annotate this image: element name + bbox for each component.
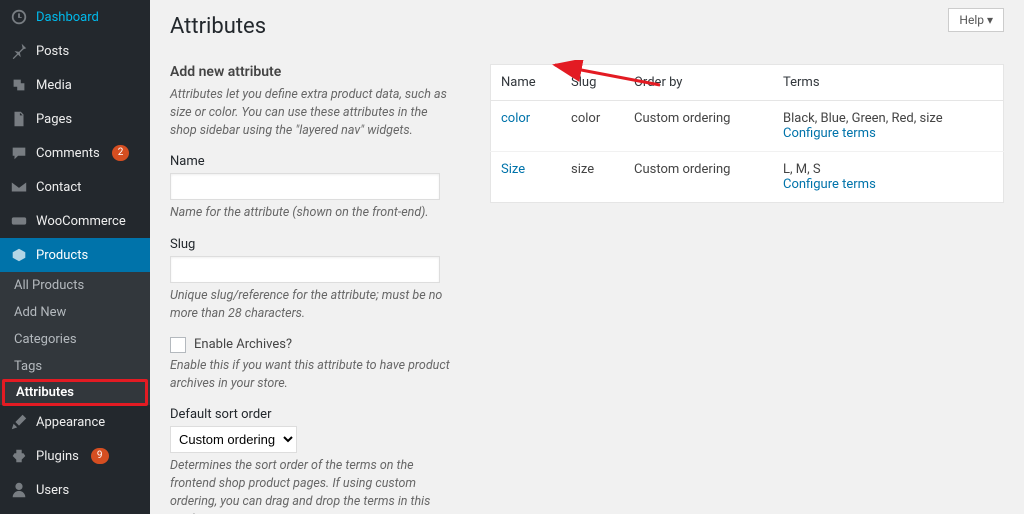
sidebar-label: Appearance bbox=[36, 415, 105, 430]
page-icon bbox=[10, 110, 28, 128]
sidebar-item-pages[interactable]: Pages bbox=[0, 102, 150, 136]
comment-icon bbox=[10, 144, 28, 162]
attr-order: Custom ordering bbox=[624, 152, 773, 203]
attr-slug: size bbox=[561, 152, 624, 203]
attributes-table: Name Slug Order by Terms color color Cus… bbox=[490, 64, 1004, 203]
name-input[interactable] bbox=[170, 173, 440, 200]
sub-item-add-new[interactable]: Add New bbox=[0, 299, 150, 326]
page-title: Attributes bbox=[170, 14, 1004, 39]
sort-hint: Determines the sort order of the terms o… bbox=[170, 457, 450, 514]
archives-checkbox[interactable] bbox=[170, 337, 186, 353]
sidebar-label: Comments bbox=[36, 146, 100, 161]
attr-slug: color bbox=[561, 101, 624, 152]
sidebar-label: WooCommerce bbox=[36, 214, 126, 229]
attr-name-link[interactable]: Size bbox=[501, 162, 525, 177]
media-icon bbox=[10, 76, 28, 94]
sidebar-item-comments[interactable]: Comments 2 bbox=[0, 136, 150, 170]
slug-label: Slug bbox=[170, 237, 450, 252]
sort-select[interactable]: Custom ordering bbox=[170, 426, 297, 453]
count-badge: 9 bbox=[91, 448, 109, 464]
slug-input[interactable] bbox=[170, 256, 440, 283]
col-order: Order by bbox=[624, 65, 773, 101]
configure-terms-link[interactable]: Configure terms bbox=[783, 126, 876, 141]
count-badge: 2 bbox=[112, 145, 130, 161]
sidebar-label: Posts bbox=[36, 44, 69, 59]
name-hint: Name for the attribute (shown on the fro… bbox=[170, 204, 450, 222]
attr-name-link[interactable]: color bbox=[501, 111, 530, 126]
sub-item-categories[interactable]: Categories bbox=[0, 326, 150, 353]
user-icon bbox=[10, 481, 28, 499]
col-terms: Terms bbox=[773, 65, 1004, 101]
help-tab[interactable]: Help ▾ bbox=[948, 8, 1004, 32]
col-slug: Slug bbox=[561, 65, 624, 101]
name-label: Name bbox=[170, 154, 450, 169]
mail-icon bbox=[10, 178, 28, 196]
woocommerce-icon bbox=[10, 212, 28, 230]
table-row: Size size Custom ordering L, M, SConfigu… bbox=[491, 152, 1004, 203]
brush-icon bbox=[10, 413, 28, 431]
sidebar-item-woocommerce[interactable]: WooCommerce bbox=[0, 204, 150, 238]
archives-hint: Enable this if you want this attribute t… bbox=[170, 357, 450, 393]
sidebar-item-contact[interactable]: Contact bbox=[0, 170, 150, 204]
col-name: Name bbox=[491, 65, 562, 101]
sub-item-attributes[interactable]: Attributes bbox=[2, 379, 148, 406]
sidebar-label: Contact bbox=[36, 180, 81, 195]
sidebar-item-media[interactable]: Media bbox=[0, 68, 150, 102]
sidebar-label: Plugins bbox=[36, 449, 79, 464]
admin-sidebar: Dashboard Posts Media Pages Comments 2 Co… bbox=[0, 0, 150, 514]
main-content: Help ▾ Attributes Add new attribute Attr… bbox=[150, 0, 1024, 514]
products-icon bbox=[10, 246, 28, 264]
products-submenu: All Products Add New Categories Tags Att… bbox=[0, 272, 150, 405]
slug-hint: Unique slug/reference for the attribute;… bbox=[170, 287, 450, 323]
sidebar-label: Users bbox=[36, 483, 69, 498]
sidebar-item-dashboard[interactable]: Dashboard bbox=[0, 0, 150, 34]
archives-label: Enable Archives? bbox=[194, 337, 292, 352]
sidebar-item-posts[interactable]: Posts bbox=[0, 34, 150, 68]
sidebar-label: Products bbox=[36, 248, 88, 263]
table-row: color color Custom ordering Black, Blue,… bbox=[491, 101, 1004, 152]
attr-terms: L, M, S bbox=[783, 162, 821, 177]
sub-item-all-products[interactable]: All Products bbox=[0, 272, 150, 299]
sidebar-item-products[interactable]: Products bbox=[0, 238, 150, 272]
configure-terms-link[interactable]: Configure terms bbox=[783, 177, 876, 192]
plugin-icon bbox=[10, 447, 28, 465]
sidebar-item-appearance[interactable]: Appearance bbox=[0, 405, 150, 439]
pin-icon bbox=[10, 42, 28, 60]
attr-terms: Black, Blue, Green, Red, size bbox=[783, 111, 943, 126]
sub-item-tags[interactable]: Tags bbox=[0, 353, 150, 380]
form-intro: Attributes let you define extra product … bbox=[170, 86, 450, 140]
sidebar-item-plugins[interactable]: Plugins 9 bbox=[0, 439, 150, 473]
dashboard-icon bbox=[10, 8, 28, 26]
sidebar-label: Pages bbox=[36, 112, 72, 127]
sort-label: Default sort order bbox=[170, 407, 450, 422]
form-heading: Add new attribute bbox=[170, 64, 450, 80]
add-attribute-form: Add new attribute Attributes let you def… bbox=[170, 64, 450, 514]
attributes-table-container: Name Slug Order by Terms color color Cus… bbox=[490, 64, 1004, 514]
sidebar-item-users[interactable]: Users bbox=[0, 473, 150, 507]
attr-order: Custom ordering bbox=[624, 101, 773, 152]
sidebar-label: Media bbox=[36, 78, 72, 93]
sidebar-label: Dashboard bbox=[36, 10, 99, 25]
